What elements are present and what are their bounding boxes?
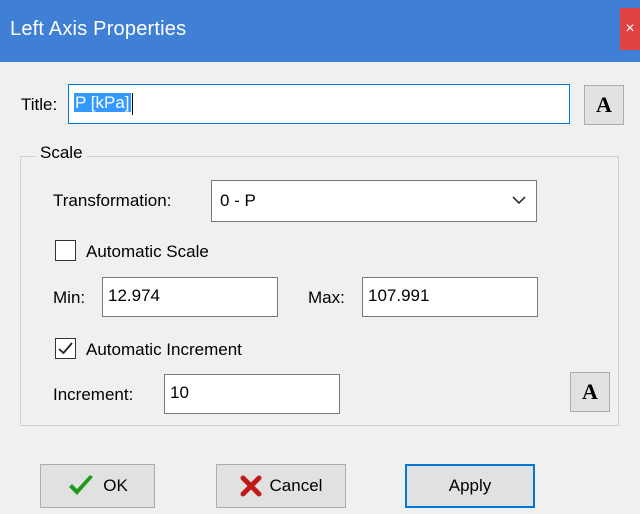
text-caret bbox=[131, 92, 133, 115]
apply-button[interactable]: Apply bbox=[405, 464, 535, 508]
title-bar: Left Axis Properties × bbox=[0, 0, 640, 62]
title-font-button[interactable]: A bbox=[584, 85, 624, 125]
increment-input[interactable]: 10 bbox=[164, 374, 340, 414]
transformation-value: 0 - P bbox=[220, 191, 256, 210]
title-input-value: P [kPa] bbox=[74, 93, 131, 112]
ok-button[interactable]: OK bbox=[40, 464, 155, 508]
max-input-value: 107.991 bbox=[368, 286, 430, 305]
increment-input-value: 10 bbox=[170, 383, 189, 402]
transformation-dropdown[interactable]: 0 - P bbox=[211, 180, 537, 222]
max-label: Max: bbox=[308, 288, 345, 307]
font-a-icon: A bbox=[582, 379, 598, 404]
title-label: Title: bbox=[21, 95, 58, 114]
title-input[interactable]: P [kPa] bbox=[68, 84, 570, 124]
min-label: Min: bbox=[53, 288, 86, 307]
checkmark-icon bbox=[58, 342, 73, 355]
automatic-scale-checkbox[interactable] bbox=[55, 240, 76, 261]
chevron-down-icon bbox=[512, 196, 526, 205]
scale-group-label: Scale bbox=[36, 143, 87, 163]
close-button[interactable]: × bbox=[620, 8, 640, 50]
increment-font-button[interactable]: A bbox=[570, 372, 610, 412]
transformation-label: Transformation: bbox=[53, 191, 172, 210]
automatic-increment-checkbox[interactable] bbox=[55, 338, 76, 359]
increment-label: Increment: bbox=[53, 385, 134, 404]
min-input[interactable]: 12.974 bbox=[102, 277, 278, 317]
automatic-increment-label: Automatic Increment bbox=[86, 340, 242, 359]
max-input[interactable]: 107.991 bbox=[362, 277, 538, 317]
cancel-button[interactable]: Cancel bbox=[216, 464, 346, 508]
font-a-icon: A bbox=[596, 92, 612, 117]
automatic-scale-label: Automatic Scale bbox=[86, 242, 209, 261]
apply-button-label: Apply bbox=[448, 476, 492, 495]
window-title: Left Axis Properties bbox=[10, 18, 187, 40]
min-input-value: 12.974 bbox=[108, 286, 160, 305]
ok-button-label: OK bbox=[103, 476, 128, 495]
green-checkmark-icon bbox=[69, 475, 94, 495]
close-icon: × bbox=[625, 20, 635, 37]
cancel-button-label: Cancel bbox=[269, 476, 323, 495]
red-x-icon bbox=[240, 475, 262, 497]
